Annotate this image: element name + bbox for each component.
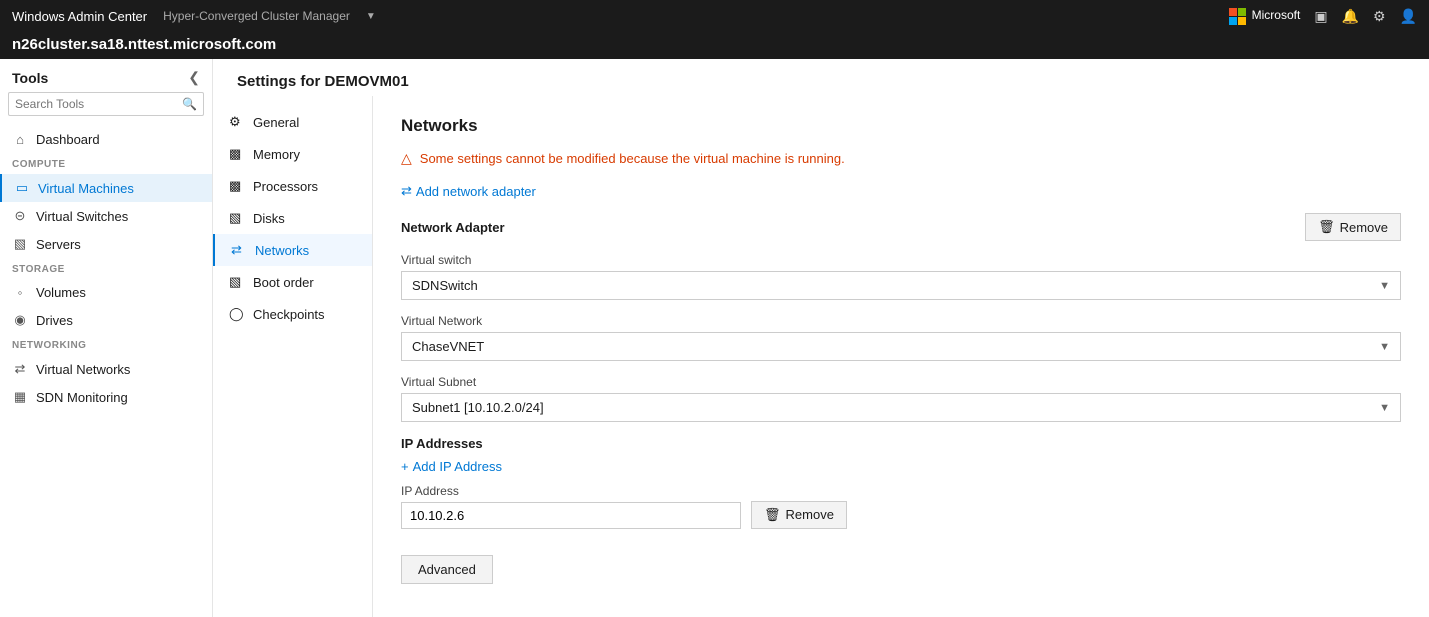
sdn-icon: ▦ — [12, 389, 28, 405]
disks-icon: ▧ — [229, 210, 245, 226]
compute-section-label: COMPUTE — [0, 153, 212, 174]
main-layout: Tools ❮ 🔍 ⌂ Dashboard COMPUTE ▭ Virtual … — [0, 59, 1429, 617]
processors-icon: ▩ — [229, 178, 245, 194]
sidebar-item-label: Servers — [36, 237, 81, 252]
volumes-icon: ◦ — [12, 285, 28, 300]
sidebar-item-drives[interactable]: ◉ Drives — [0, 306, 212, 334]
ip-address-input[interactable] — [401, 502, 741, 529]
settings-nav-general[interactable]: ⚙ General — [213, 106, 372, 138]
topbar-right: Microsoft ▣ 🔔 ⚙ 👤 — [1229, 8, 1417, 25]
sidebar-item-volumes[interactable]: ◦ Volumes — [0, 279, 212, 306]
ip-address-field-label: IP Address — [401, 484, 741, 498]
sidebar-title: Tools — [12, 70, 48, 86]
sidebar-item-virtual-switches[interactable]: ⊝ Virtual Switches — [0, 202, 212, 230]
sidebar-item-virtual-networks[interactable]: ⇄ Virtual Networks — [0, 355, 212, 383]
virtual-network-value: ChaseVNET — [412, 339, 484, 354]
settings-nav-memory[interactable]: ▩ Memory — [213, 138, 372, 170]
ip-addresses-label: IP Addresses — [401, 436, 1401, 451]
advanced-button[interactable]: Advanced — [401, 555, 493, 584]
settings-nav: ⚙ General ▩ Memory ▩ Processors ▧ Disks … — [213, 96, 373, 617]
sidebar-item-dashboard[interactable]: ⌂ Dashboard — [0, 126, 212, 153]
settings-page-title: Settings for DEMOVM01 — [213, 59, 1429, 96]
remove-ip-button[interactable]: 🗑 Remove — [751, 501, 847, 529]
content-area: Settings for DEMOVM01 ⚙ General ▩ Memory… — [213, 59, 1429, 617]
topbar: Windows Admin Center Hyper-Converged Clu… — [0, 0, 1429, 32]
settings-nav-checkpoints[interactable]: ◯ Checkpoints — [213, 298, 372, 330]
warning-icon: △ — [401, 150, 412, 167]
networks-panel: Networks △ Some settings cannot be modif… — [373, 96, 1429, 617]
search-icon: 🔍 — [176, 97, 203, 111]
sidebar-collapse-button[interactable]: ❮ — [188, 69, 200, 86]
general-icon: ⚙ — [229, 114, 245, 130]
virtual-switch-label: Virtual switch — [401, 253, 1401, 267]
sidebar-item-label: Virtual Switches — [36, 209, 128, 224]
virtual-subnet-select[interactable]: Subnet1 [10.10.2.0/24] ▼ — [401, 393, 1401, 422]
ip-input-wrap: IP Address — [401, 484, 741, 529]
adapter-header: Network Adapter 🗑 Remove — [401, 213, 1401, 241]
settings-nav-disks[interactable]: ▧ Disks — [213, 202, 372, 234]
monitor-icon[interactable]: ▣ — [1314, 8, 1327, 25]
settings-nav-processors[interactable]: ▩ Processors — [213, 170, 372, 202]
sidebar-item-sdn-monitoring[interactable]: ▦ SDN Monitoring — [0, 383, 212, 411]
checkpoints-icon: ◯ — [229, 306, 245, 322]
virtual-subnet-value: Subnet1 [10.10.2.0/24] — [412, 400, 544, 415]
app-title: Windows Admin Center — [12, 9, 147, 24]
sidebar-item-servers[interactable]: ▧ Servers — [0, 230, 212, 258]
search-input[interactable] — [9, 93, 176, 115]
virtual-switch-chevron-icon: ▼ — [1379, 280, 1390, 292]
sidebar: Tools ❮ 🔍 ⌂ Dashboard COMPUTE ▭ Virtual … — [0, 59, 213, 617]
warning-text: Some settings cannot be modified because… — [420, 151, 845, 166]
sidebar-item-label: Dashboard — [36, 132, 100, 147]
sidebar-item-label: Volumes — [36, 285, 86, 300]
settings-icon[interactable]: ⚙ — [1373, 8, 1386, 25]
memory-icon: ▩ — [229, 146, 245, 162]
virtual-subnet-label: Virtual Subnet — [401, 375, 1401, 389]
sidebar-item-label: SDN Monitoring — [36, 390, 128, 405]
ip-address-row: IP Address 🗑 Remove — [401, 484, 1401, 529]
virtual-network-select[interactable]: ChaseVNET ▼ — [401, 332, 1401, 361]
networking-section-label: NETWORKING — [0, 334, 212, 355]
add-ip-plus-icon: + — [401, 459, 409, 474]
vnet-icon: ⇄ — [12, 361, 28, 377]
cluster-manager-label: Hyper-Converged Cluster Manager — [163, 9, 350, 23]
settings-nav-boot-order[interactable]: ▧ Boot order — [213, 266, 372, 298]
virtual-network-chevron-icon: ▼ — [1379, 341, 1390, 353]
sidebar-header: Tools ❮ — [0, 59, 212, 92]
search-box[interactable]: 🔍 — [8, 92, 204, 116]
microsoft-logo: Microsoft — [1229, 8, 1301, 25]
microsoft-text: Microsoft — [1252, 8, 1301, 25]
cluster-name: n26cluster.sa18.nttest.microsoft.com — [0, 32, 1429, 59]
storage-section-label: STORAGE — [0, 258, 212, 279]
sidebar-item-label: Drives — [36, 313, 73, 328]
add-adapter-plus-icon: ⇄ — [401, 183, 412, 199]
sidebar-item-virtual-machines[interactable]: ▭ Virtual Machines — [0, 174, 212, 202]
virtual-subnet-chevron-icon: ▼ — [1379, 402, 1390, 414]
sidebar-item-label: Virtual Machines — [38, 181, 134, 196]
boot-order-icon: ▧ — [229, 274, 245, 290]
trash-icon: 🗑 — [1318, 219, 1335, 235]
networks-icon: ⇄ — [231, 242, 247, 258]
add-network-adapter-link[interactable]: ⇄ Add network adapter — [401, 183, 1401, 199]
servers-icon: ▧ — [12, 236, 28, 252]
drives-icon: ◉ — [12, 312, 28, 328]
settings-nav-networks[interactable]: ⇄ Networks — [213, 234, 372, 266]
networks-title: Networks — [401, 116, 1401, 136]
add-ip-address-link[interactable]: + Add IP Address — [401, 459, 1401, 474]
ip-trash-icon: 🗑 — [764, 507, 781, 523]
warning-banner: △ Some settings cannot be modified becau… — [401, 150, 1401, 167]
user-icon[interactable]: 👤 — [1400, 8, 1417, 25]
virtual-switch-value: SDNSwitch — [412, 278, 478, 293]
notification-icon[interactable]: 🔔 — [1342, 8, 1359, 25]
sidebar-item-label: Virtual Networks — [36, 362, 130, 377]
virtual-network-label: Virtual Network — [401, 314, 1401, 328]
vm-icon: ▭ — [14, 180, 30, 196]
vswitch-icon: ⊝ — [12, 208, 28, 224]
remove-adapter-button[interactable]: 🗑 Remove — [1305, 213, 1401, 241]
settings-layout: ⚙ General ▩ Memory ▩ Processors ▧ Disks … — [213, 96, 1429, 617]
dropdown-chevron-icon[interactable]: ▼ — [366, 11, 376, 22]
adapter-label: Network Adapter — [401, 220, 505, 235]
dashboard-icon: ⌂ — [12, 132, 28, 147]
virtual-switch-select[interactable]: SDNSwitch ▼ — [401, 271, 1401, 300]
